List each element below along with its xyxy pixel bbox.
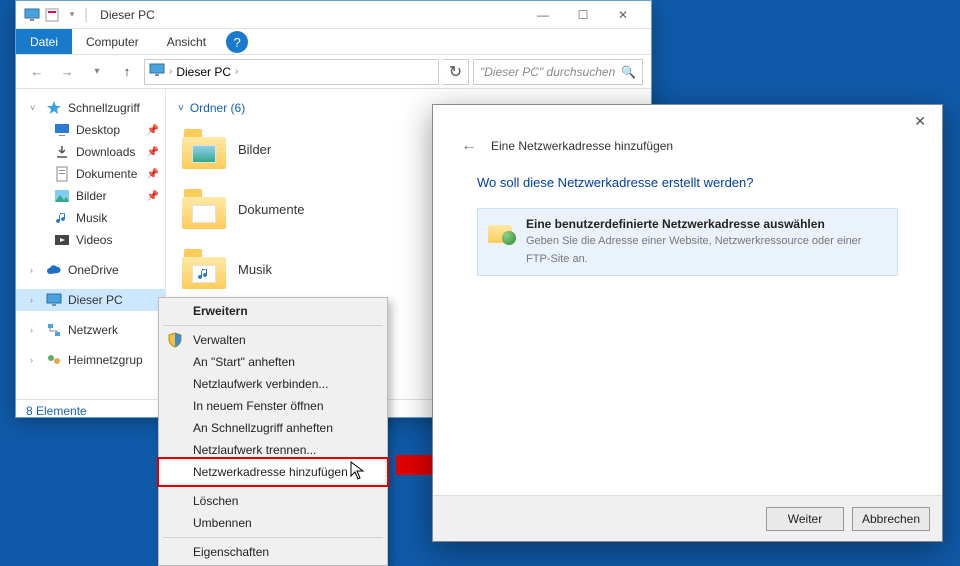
nav-recent-button[interactable]: ▾ [84,59,110,85]
monitor-icon [46,292,62,308]
pin-icon: 📌 [147,191,159,202]
properties-icon[interactable] [44,7,60,23]
ctx-add-network-location[interactable]: Netzwerkadresse hinzufügen [161,461,385,483]
wizard-footer: Weiter Abbrechen [433,495,942,541]
search-icon: 🔍 [621,65,636,79]
ribbon-tabs: Datei Computer Ansicht ? [16,29,651,55]
folder-icon [182,189,226,229]
network-folder-icon [488,217,516,245]
separator [163,537,383,538]
ctx-rename[interactable]: Umbennen [161,512,385,534]
context-menu: Erweitern Verwalten An "Start" anheften … [158,297,388,566]
breadcrumb[interactable]: › Dieser PC › [144,59,439,85]
sidebar-item-onedrive[interactable]: ›OneDrive [16,259,165,281]
monitor-icon [149,62,165,81]
wizard-question: Wo soll diese Netzwerkadresse erstellt w… [477,175,898,190]
close-button[interactable]: ✕ [904,109,936,134]
close-button[interactable]: ✕ [603,3,643,27]
ctx-expand[interactable]: Erweitern [161,300,385,322]
ctx-pin-start[interactable]: An "Start" anheften [161,351,385,373]
ctx-disconnect-drive[interactable]: Netzlaufwerk trennen... [161,439,385,461]
star-icon [46,100,62,116]
folder-icon [182,249,226,289]
homegroup-icon [46,352,62,368]
tab-view[interactable]: Ansicht [153,29,220,54]
add-network-location-wizard: ✕ ← Eine Netzwerkadresse hinzufügen Wo s… [432,104,943,542]
refresh-button[interactable]: ↻ [443,59,469,85]
chevron-down-icon[interactable]: ▾ [64,7,80,23]
chevron-right-icon: › [235,66,238,77]
search-input[interactable]: "Dieser PC" durchsuchen 🔍 [473,59,643,85]
sidebar-item-pictures[interactable]: Bilder📌 [16,185,165,207]
ctx-delete[interactable]: Löschen [161,490,385,512]
separator [163,486,383,487]
ctx-pin-quick[interactable]: An Schnellzugriff anheften [161,417,385,439]
sidebar-item-quick-access[interactable]: ˅Schnellzugriff [16,97,165,119]
pin-icon: 📌 [147,125,159,136]
address-bar-row: ← → ▾ ↑ › Dieser PC › ↻ "Dieser PC" durc… [16,55,651,89]
wizard-option-custom[interactable]: Eine benutzerdefinierte Netzwerkadresse … [477,208,898,276]
tab-computer[interactable]: Computer [72,29,153,54]
sidebar-item-documents[interactable]: Dokumente📌 [16,163,165,185]
document-icon [54,166,70,182]
ctx-new-window[interactable]: In neuem Fenster öffnen [161,395,385,417]
cancel-button[interactable]: Abbrechen [852,507,930,531]
sidebar-item-homegroup[interactable]: ›Heimnetzgrup [16,349,165,371]
video-icon [54,232,70,248]
sidebar-item-desktop[interactable]: Desktop📌 [16,119,165,141]
cloud-icon [46,262,62,278]
wizard-title: Eine Netzwerkadresse hinzufügen [491,139,673,153]
picture-icon [54,188,70,204]
sidebar-item-music[interactable]: Musik [16,207,165,229]
music-icon [54,210,70,226]
pin-icon: 📌 [147,147,159,158]
nav-up-button[interactable]: ↑ [114,59,140,85]
window-titlebar: ▾ | Dieser PC — ☐ ✕ [16,1,651,29]
desktop-icon [54,122,70,138]
ctx-manage[interactable]: Verwalten [161,329,385,351]
ctx-map-drive[interactable]: Netzlaufwerk verbinden... [161,373,385,395]
sidebar-item-network[interactable]: ›Netzwerk [16,319,165,341]
minimize-button[interactable]: — [523,3,563,27]
sidebar-item-this-pc[interactable]: ›Dieser PC [16,289,165,311]
sidebar-item-downloads[interactable]: Downloads📌 [16,141,165,163]
next-button[interactable]: Weiter [766,507,844,531]
help-icon[interactable]: ? [226,31,248,53]
navigation-pane: ˅Schnellzugriff Desktop📌 Downloads📌 Doku… [16,89,166,399]
monitor-icon [24,7,40,23]
network-icon [46,322,62,338]
nav-back-button[interactable]: ← [24,59,50,85]
window-title: Dieser PC [100,8,155,22]
status-item-count: 8 Elemente [26,404,87,418]
shield-icon [167,332,183,348]
maximize-button[interactable]: ☐ [563,3,603,27]
separator [163,325,383,326]
tab-file[interactable]: Datei [16,29,72,54]
wizard-back-button[interactable]: ← [461,137,477,155]
sidebar-item-videos[interactable]: Videos [16,229,165,251]
download-icon [54,144,70,160]
folder-icon [182,129,226,169]
breadcrumb-item[interactable]: Dieser PC [176,65,231,79]
pin-icon: 📌 [147,169,159,180]
nav-forward-button: → [54,59,80,85]
ctx-properties[interactable]: Eigenschaften [161,541,385,563]
chevron-right-icon: › [169,66,172,77]
